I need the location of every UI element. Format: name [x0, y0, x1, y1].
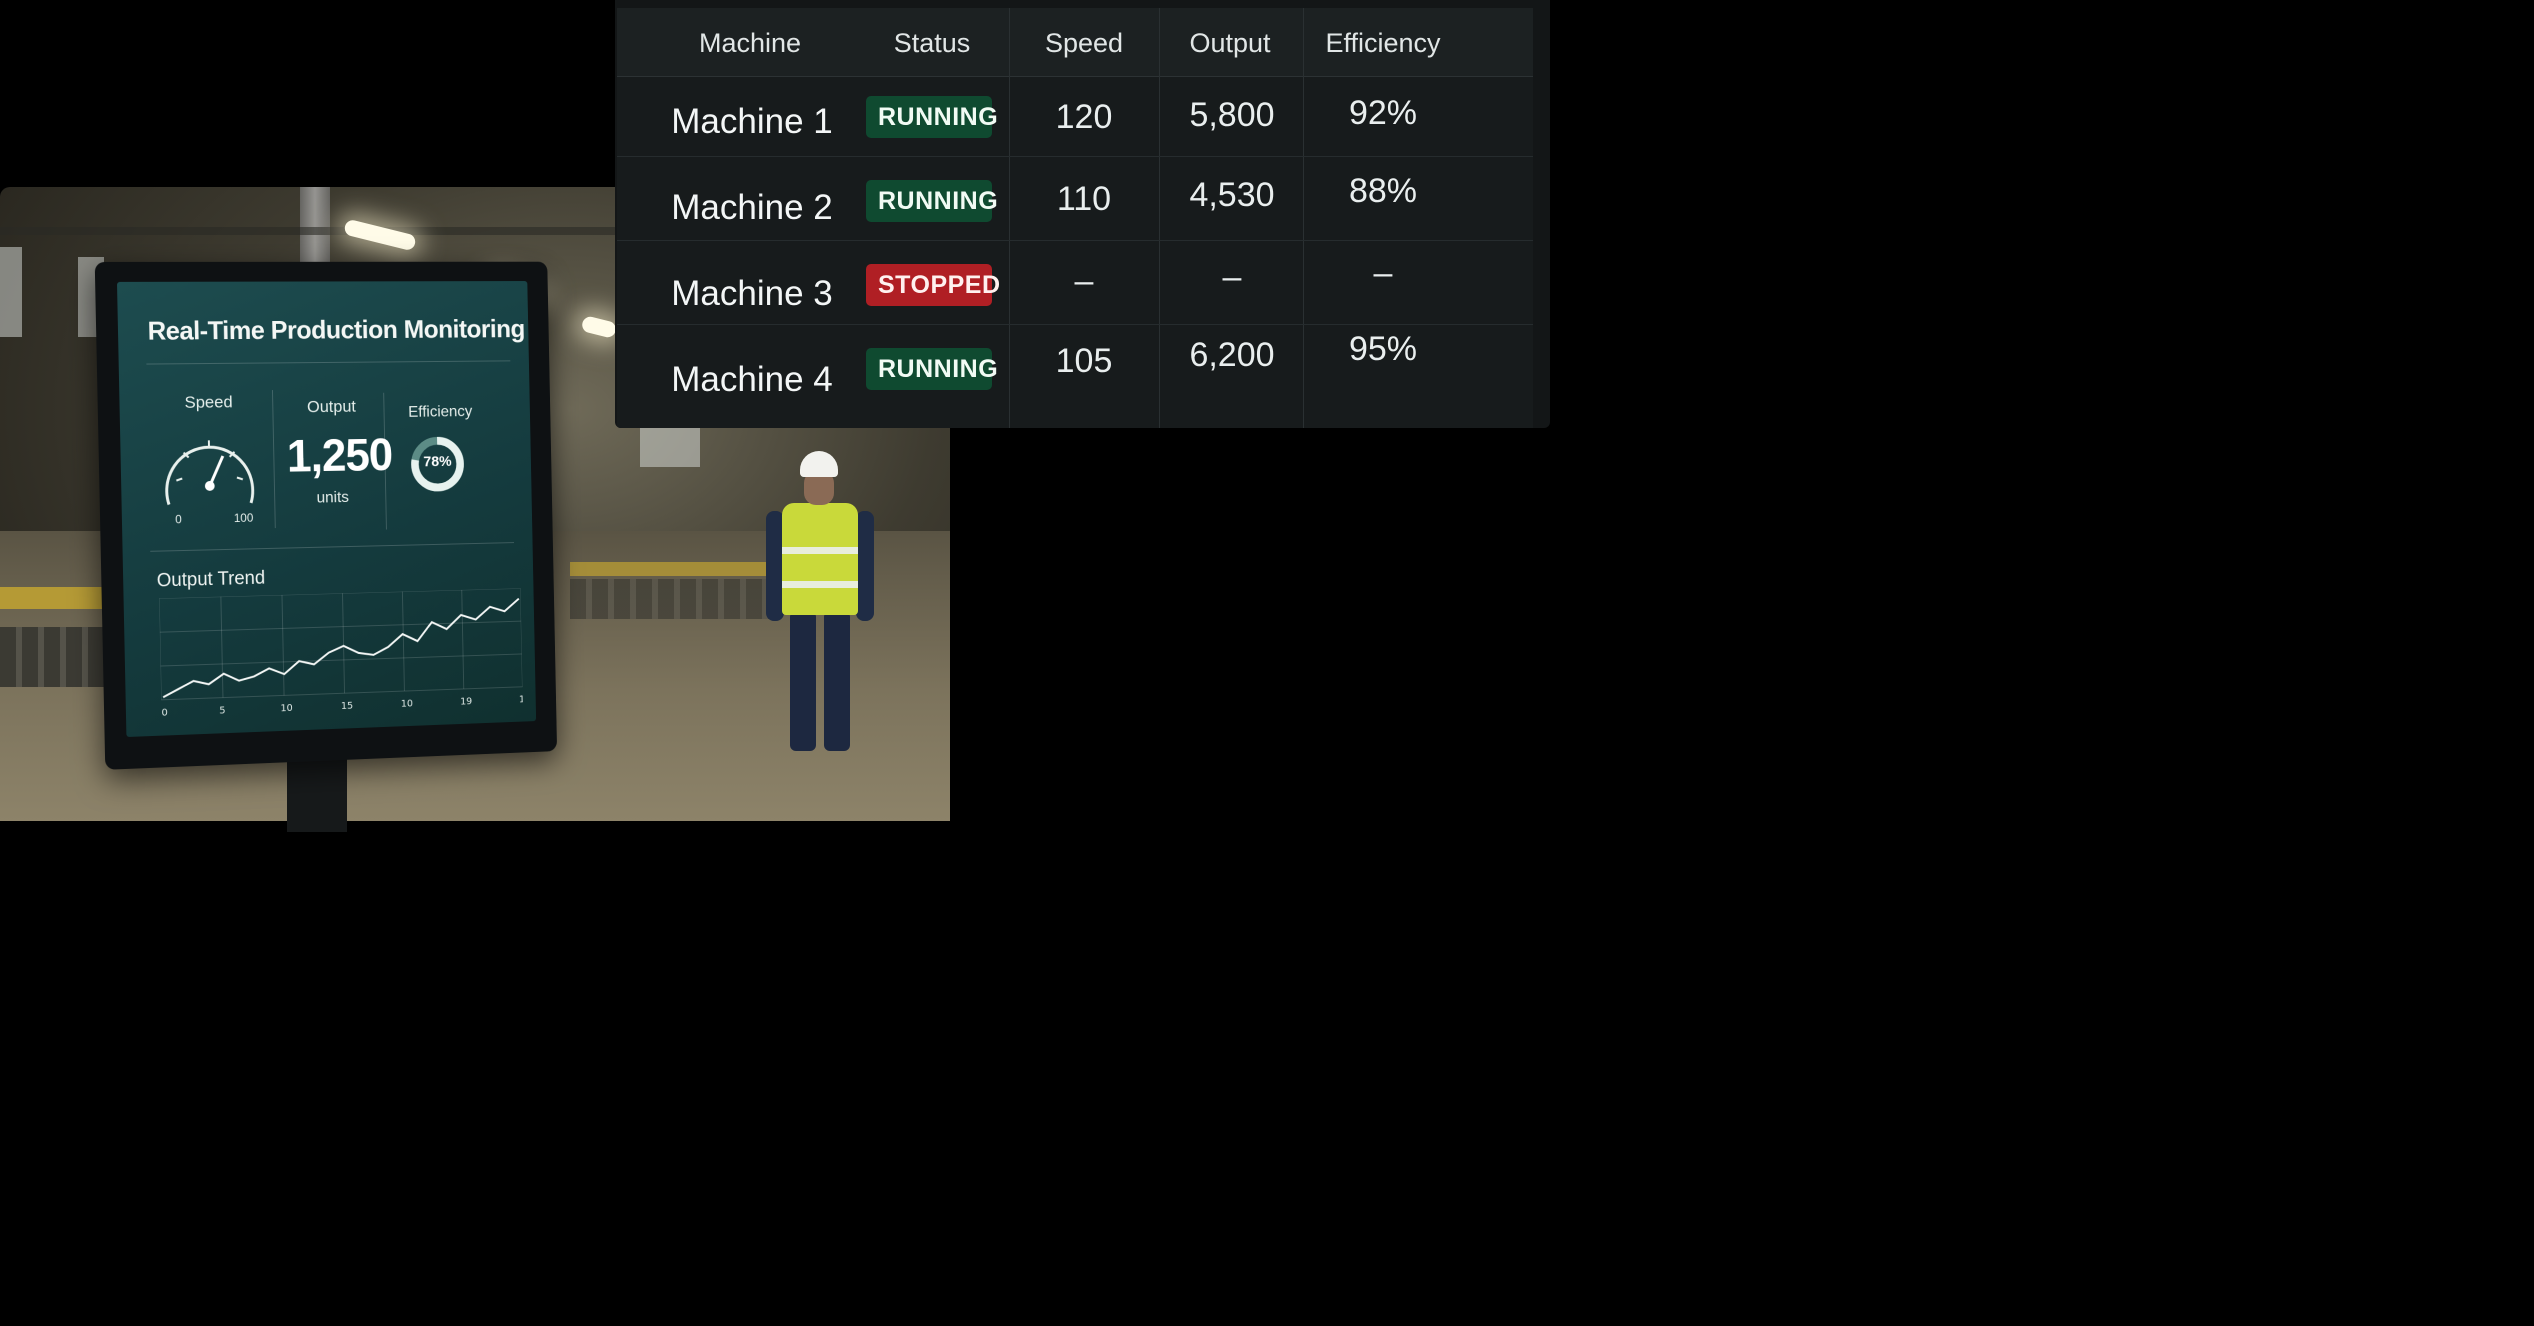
header-efficiency: Efficiency	[1325, 28, 1441, 58]
vest-stripe	[782, 581, 858, 588]
machine-status-panel: Machine Status Speed Output Efficiency M…	[615, 0, 1550, 428]
machine-speed: 105	[1055, 342, 1113, 380]
machine-name: Machine 4	[671, 360, 833, 399]
machine-name: Machine 2	[671, 188, 833, 227]
machine-name: Machine 1	[671, 102, 833, 141]
output-trend-label: Output Trend	[156, 567, 266, 592]
conveyor-belt	[0, 627, 110, 687]
output-label: Output	[306, 396, 357, 417]
speed-gauge-icon	[158, 426, 261, 517]
conveyor-rail	[0, 587, 110, 609]
efficiency-label: Efficiency	[408, 403, 473, 421]
machine-output: –	[1222, 258, 1242, 296]
trend-tick-label: 10	[401, 699, 413, 710]
machine-efficiency: 92%	[1348, 94, 1418, 132]
trend-tick-label: 19	[460, 696, 472, 707]
status-badge-running: RUNNING	[866, 348, 998, 390]
gauge-min: 0	[175, 512, 182, 527]
safety-vest	[782, 503, 858, 615]
kpi-divider	[271, 390, 276, 529]
dashboard-title: Real-Time Production Monitoring	[147, 313, 526, 346]
worker-arm	[856, 511, 874, 621]
window	[0, 247, 22, 337]
machine-efficiency: 88%	[1348, 172, 1418, 210]
trend-series-line	[161, 599, 520, 698]
header-machine: Machine	[698, 28, 802, 58]
machine-output: 6,200	[1189, 336, 1275, 374]
header-output: Output	[1189, 28, 1271, 58]
machine-status-table: Machine Status Speed Output Efficiency M…	[617, 8, 1533, 428]
row-divider	[617, 240, 1533, 241]
column-divider	[1009, 8, 1010, 428]
trend-tick-label: 10	[519, 694, 523, 705]
worker-leg	[790, 611, 816, 751]
header-status: Status	[893, 28, 971, 58]
vest-stripe	[782, 547, 858, 554]
ceiling-light	[580, 315, 618, 339]
monitor-screen: Real-Time Production Monitoring Speed 0 …	[116, 281, 537, 738]
machine-name: Machine 3	[671, 274, 833, 313]
speed-label: Speed	[184, 392, 233, 412]
row-divider	[617, 156, 1533, 157]
title-divider	[146, 360, 511, 365]
worker	[760, 451, 880, 751]
efficiency-value: 78%	[423, 453, 452, 471]
window	[640, 427, 700, 467]
machine-speed: –	[1074, 262, 1094, 300]
conveyor-belt	[570, 579, 770, 619]
trend-tick-label: 5	[219, 705, 225, 716]
gauge-max: 100	[233, 510, 254, 526]
output-value: 1,250	[286, 428, 393, 482]
status-badge-stopped: STOPPED	[866, 264, 1000, 306]
status-badge-running: RUNNING	[866, 96, 998, 138]
worker-leg	[824, 611, 850, 751]
machine-output: 5,800	[1189, 96, 1275, 134]
machine-speed: 110	[1056, 180, 1112, 218]
production-monitor: Real-Time Production Monitoring Speed 0 …	[94, 261, 558, 770]
output-trend-chart: 0 5 10 15 10 19 10	[159, 588, 523, 718]
row-divider	[617, 324, 1533, 325]
section-divider	[150, 542, 514, 552]
trend-tick-label: 10	[280, 703, 292, 714]
machine-output: 4,530	[1189, 176, 1275, 214]
machine-speed: 120	[1055, 98, 1113, 136]
ceiling-light	[343, 218, 417, 252]
status-badge-running: RUNNING	[866, 180, 998, 222]
trend-tick-label: 0	[161, 708, 167, 718]
header-speed: Speed	[1044, 28, 1124, 58]
column-divider	[1159, 8, 1160, 428]
output-unit: units	[316, 489, 350, 507]
machine-efficiency: –	[1373, 254, 1393, 292]
trend-tick-label: 15	[341, 701, 353, 712]
column-divider	[1303, 8, 1304, 428]
machine-efficiency: 95%	[1348, 330, 1418, 368]
hard-hat	[800, 451, 838, 477]
